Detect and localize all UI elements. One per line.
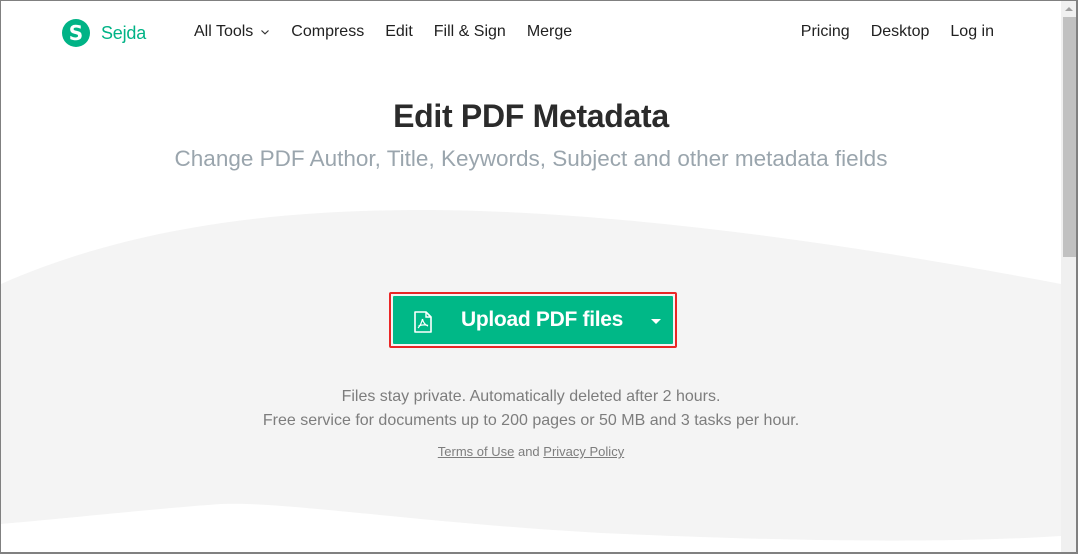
nav-pricing[interactable]: Pricing — [801, 23, 850, 41]
chevron-down-icon — [261, 30, 270, 35]
caret-down-icon[interactable] — [651, 319, 661, 324]
privacy-policy-link[interactable]: Privacy Policy — [543, 444, 624, 459]
pdf-file-icon — [414, 311, 432, 333]
nav-all-tools[interactable]: All Tools — [194, 23, 270, 41]
nav-login[interactable]: Log in — [950, 23, 994, 41]
sejda-logo[interactable]: S Sejda — [62, 19, 146, 47]
legal-conjunction: and — [514, 444, 544, 459]
page-subtitle: Change PDF Author, Title, Keywords, Subj… — [174, 146, 888, 171]
upload-highlight: Upload PDF files — [389, 292, 677, 348]
nav-secondary: Pricing Desktop Log in — [780, 23, 994, 41]
page-title: Edit PDF Metadata — [393, 98, 669, 134]
limits-note: Free service for documents up to 200 pag… — [262, 412, 800, 429]
page-viewport: S Sejda All Tools Compress Edit Fill & S… — [1, 1, 1061, 552]
nav-edit[interactable]: Edit — [385, 23, 413, 41]
nav-fill-sign[interactable]: Fill & Sign — [434, 23, 506, 41]
background-wave-shape — [1, 210, 1061, 541]
nav-merge[interactable]: Merge — [527, 23, 572, 41]
nav-all-tools-label: All Tools — [194, 23, 254, 40]
nav-compress[interactable]: Compress — [291, 23, 364, 41]
upload-button-label: Upload PDF files — [461, 308, 624, 331]
navbar: S Sejda All Tools Compress Edit Fill & S… — [1, 1, 1061, 65]
browser-window: S Sejda All Tools Compress Edit Fill & S… — [0, 0, 1078, 554]
privacy-note: Files stay private. Automatically delete… — [341, 388, 721, 405]
upload-pdf-button[interactable]: Upload PDF files — [393, 296, 673, 344]
terms-of-use-link[interactable]: Terms of Use — [438, 444, 515, 459]
background-wave — [1, 210, 1061, 541]
nav-desktop[interactable]: Desktop — [871, 23, 930, 41]
vertical-scrollbar[interactable] — [1061, 1, 1076, 552]
scrollbar-thumb[interactable] — [1063, 17, 1076, 257]
logo-text: Sejda — [101, 22, 147, 43]
legal-links: Terms of Use and Privacy Policy — [1, 444, 1061, 459]
scroll-up-arrow-icon[interactable] — [1061, 1, 1076, 17]
logo-badge-icon: S — [62, 19, 90, 47]
nav-primary: All Tools Compress Edit Fill & Sign Merg… — [194, 23, 593, 41]
